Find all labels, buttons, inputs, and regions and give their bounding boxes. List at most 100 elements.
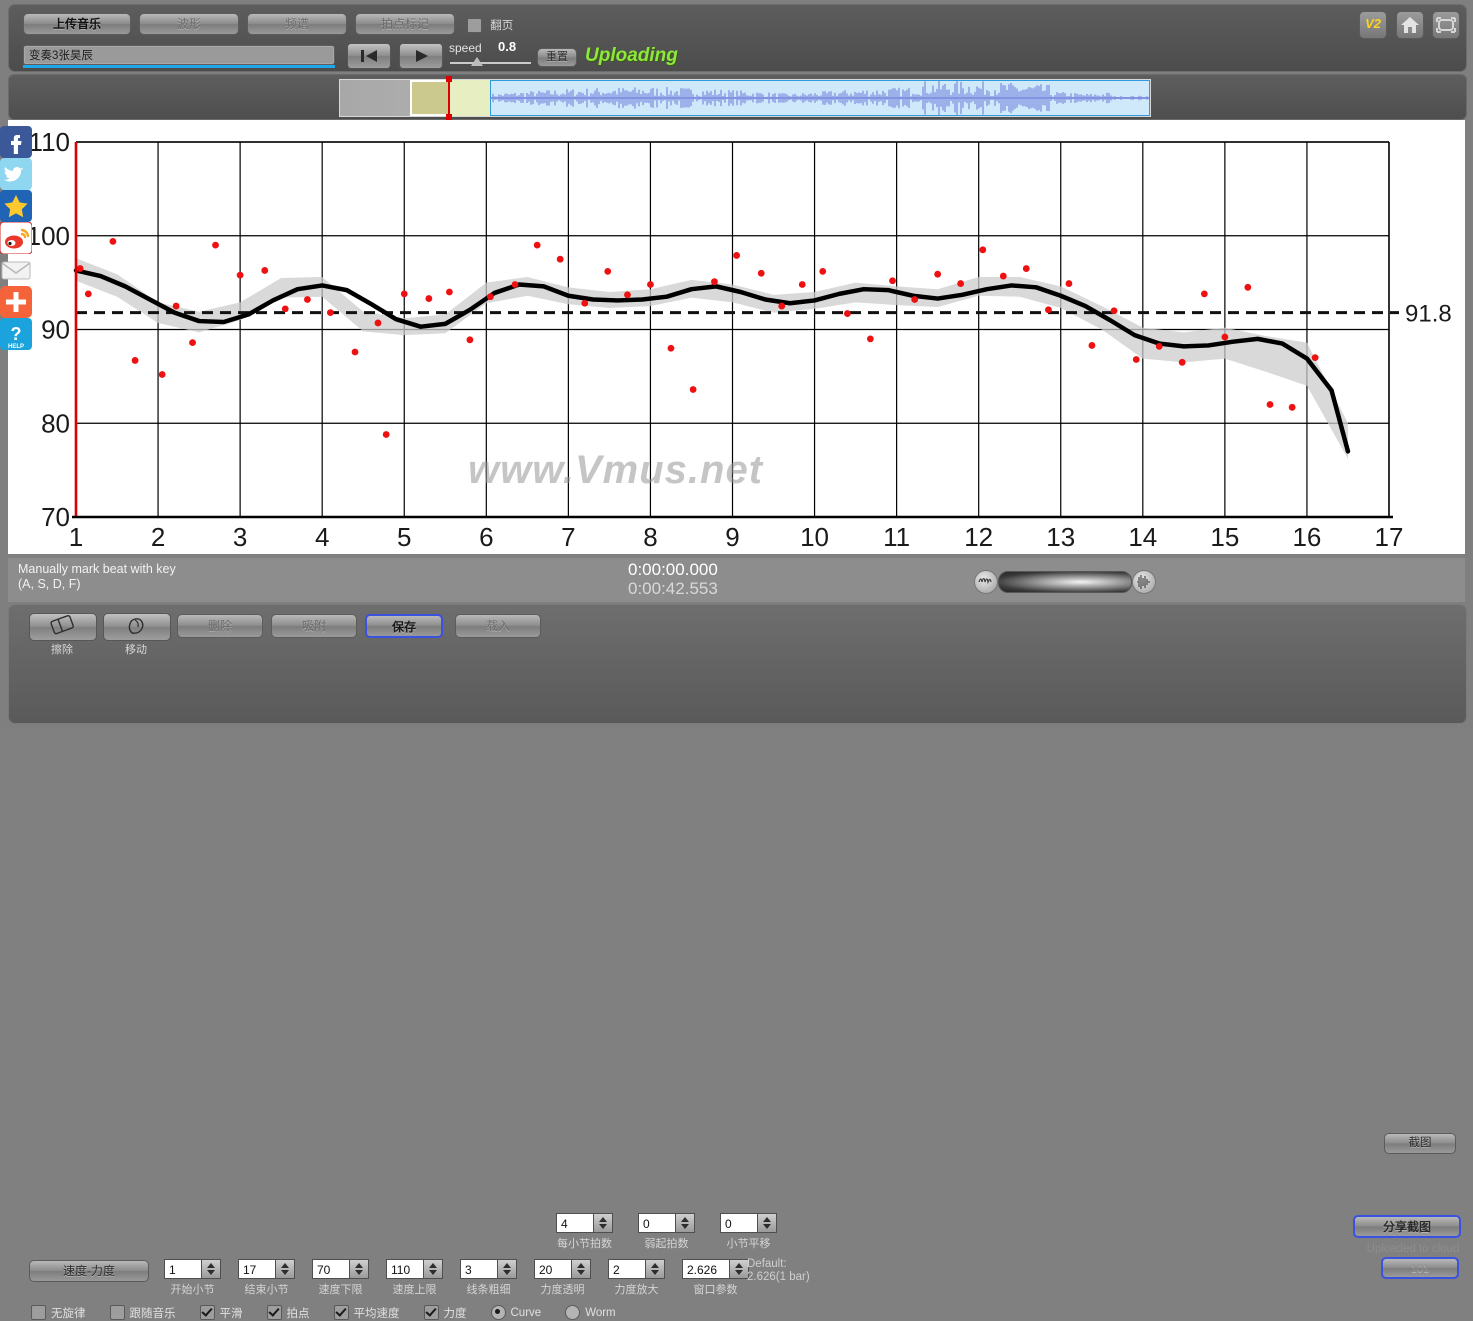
- version-badge[interactable]: V2: [1359, 11, 1388, 39]
- spinner-速度下限[interactable]: 70 速度下限: [312, 1259, 369, 1297]
- spinner-开始小节-arrows[interactable]: [202, 1259, 221, 1279]
- fullscreen-button[interactable]: [1432, 11, 1460, 39]
- spinner-小节平移-arrows[interactable]: [758, 1213, 777, 1233]
- checkbox-无旋律[interactable]: 无旋律: [31, 1305, 86, 1321]
- spinner-力度放大[interactable]: 2 力度放大: [608, 1259, 665, 1297]
- home-button[interactable]: [1395, 11, 1424, 39]
- reset-button[interactable]: 重置: [537, 48, 577, 67]
- help-label: HELP: [7, 344, 24, 350]
- spinner-窗口参数[interactable]: 2.626 窗口参数: [682, 1259, 749, 1297]
- svg-text:110: 110: [29, 127, 70, 157]
- spinner-线条粗细-value[interactable]: 3: [460, 1259, 498, 1279]
- spinner-结束小节-value[interactable]: 17: [238, 1259, 276, 1279]
- spinner-速度上限-value[interactable]: 110: [386, 1259, 424, 1279]
- volume-track[interactable]: [998, 571, 1132, 593]
- save-button[interactable]: 保存: [365, 614, 443, 638]
- spinner-力度放大-arrows[interactable]: [646, 1259, 665, 1279]
- waveform-canvas[interactable]: [339, 76, 1151, 120]
- envelope-icon: [1, 261, 31, 280]
- corner-icon-group: V2: [1355, 11, 1460, 39]
- spinner-开始小节[interactable]: 1 开始小节: [164, 1259, 221, 1297]
- spinner-每小节拍数[interactable]: 4 每小节拍数: [556, 1213, 613, 1251]
- spinner-小节平移-value[interactable]: 0: [720, 1213, 758, 1233]
- spinner-力度透明-arrows[interactable]: [572, 1259, 591, 1279]
- share-screenshot-button[interactable]: 分享截图: [1353, 1215, 1461, 1238]
- more-share-button[interactable]: [0, 286, 32, 318]
- spinner-线条粗细[interactable]: 3 线条粗细: [460, 1259, 517, 1297]
- tempo-chart-panel[interactable]: 70 80 90 100 110 1 2 3 4 5 6 7 8 9 10 11 12 13 14 15 16 17 91.…: [8, 120, 1465, 554]
- svg-text:91.8: 91.8: [1405, 301, 1452, 328]
- spectrum-button[interactable]: 频谱: [247, 13, 347, 35]
- spinner-每小节拍数-arrows[interactable]: [594, 1213, 613, 1233]
- dense-wave-icon: [1137, 575, 1150, 589]
- waveform-button[interactable]: 波形: [139, 13, 239, 35]
- spinner-开始小节-value[interactable]: 1: [164, 1259, 202, 1279]
- waveform-audio-region[interactable]: [490, 80, 1150, 116]
- svg-text:10: 10: [800, 522, 829, 552]
- option-checkbox-row: 无旋律 跟随音乐 平滑 拍点 平均速度 力度 Curve Worm: [31, 1303, 640, 1321]
- spinner-每小节拍数-value[interactable]: 4: [556, 1213, 594, 1233]
- help-button[interactable]: ? HELP: [0, 318, 32, 350]
- page-turn-checkbox[interactable]: 翻页: [467, 17, 513, 33]
- play-button[interactable]: [399, 43, 443, 69]
- spinner-速度下限-value[interactable]: 70: [312, 1259, 350, 1279]
- weibo-share-button[interactable]: [0, 221, 33, 255]
- checkbox-label: 平均速度: [353, 1307, 400, 1320]
- spinner-速度上限-arrows[interactable]: [424, 1259, 443, 1279]
- snap-button[interactable]: 吸附: [271, 614, 357, 638]
- volume-high-icon[interactable]: [1132, 570, 1156, 594]
- spinner-线条粗细-arrows[interactable]: [498, 1259, 517, 1279]
- checkbox-平滑[interactable]: 平滑: [199, 1305, 243, 1321]
- spinner-结束小节[interactable]: 17 结束小节: [238, 1259, 295, 1297]
- radio-Curve[interactable]: Curve: [490, 1305, 541, 1321]
- erase-tool-button[interactable]: [29, 613, 97, 641]
- spinner-速度上限[interactable]: 110 速度上限: [386, 1259, 443, 1297]
- svg-text:5: 5: [397, 522, 411, 552]
- spinner-窗口参数-label: 窗口参数: [693, 1284, 738, 1296]
- checkbox-拍点[interactable]: 拍点: [266, 1305, 310, 1321]
- cloud-id-button[interactable]: 101: [1381, 1257, 1459, 1279]
- speed-slider-track[interactable]: [450, 62, 531, 64]
- twitter-share-button[interactable]: [0, 158, 32, 190]
- checkbox-平均速度[interactable]: 平均速度: [333, 1305, 400, 1321]
- waveform-overview-strip[interactable]: [8, 74, 1467, 120]
- erase-tool-label: 擦除: [51, 644, 73, 656]
- screenshot-button[interactable]: 截图: [1384, 1133, 1456, 1154]
- svg-text:16: 16: [1292, 522, 1321, 552]
- delete-button[interactable]: 删除: [177, 614, 263, 638]
- file-name-input[interactable]: 变奏3张昊辰: [23, 45, 335, 65]
- checkbox-力度[interactable]: 力度: [423, 1305, 467, 1321]
- waveform-playhead[interactable]: [446, 76, 452, 120]
- facebook-share-button[interactable]: [0, 126, 32, 158]
- tempo-dynamics-button[interactable]: 速度-力度: [29, 1260, 149, 1282]
- radio-Worm[interactable]: Worm: [565, 1305, 616, 1321]
- svg-text:11: 11: [883, 522, 910, 552]
- spinner-开始小节-label: 开始小节: [170, 1284, 215, 1296]
- checkbox-跟随音乐[interactable]: 跟随音乐: [109, 1305, 176, 1321]
- volume-slider[interactable]: [974, 570, 1156, 594]
- spinner-力度透明[interactable]: 20 力度透明: [534, 1259, 591, 1297]
- qzone-share-button[interactable]: [0, 190, 32, 222]
- spinner-力度放大-value[interactable]: 2: [608, 1259, 646, 1279]
- spinner-窗口参数-value[interactable]: 2.626: [682, 1259, 730, 1279]
- spinner-弱起拍数-value[interactable]: 0: [638, 1213, 676, 1233]
- speed-slider-knob[interactable]: [471, 57, 483, 66]
- email-share-button[interactable]: [0, 254, 32, 286]
- spinner-弱起拍数[interactable]: 0 弱起拍数: [638, 1213, 695, 1251]
- spinner-弱起拍数-arrows[interactable]: [676, 1213, 695, 1233]
- spinner-力度透明-value[interactable]: 20: [534, 1259, 572, 1279]
- load-button[interactable]: 载入: [455, 614, 541, 638]
- skip-back-icon: [361, 50, 377, 62]
- speed-value: 0.8: [498, 39, 517, 54]
- volume-low-icon[interactable]: [974, 570, 998, 594]
- beat-mark-button[interactable]: 拍点标记: [355, 13, 455, 35]
- spinner-速度下限-arrows[interactable]: [350, 1259, 369, 1279]
- svg-text:9: 9: [725, 522, 739, 552]
- radio-label: Worm: [585, 1306, 616, 1319]
- spinner-结束小节-arrows[interactable]: [276, 1259, 295, 1279]
- home-icon: [1400, 17, 1419, 33]
- spinner-小节平移[interactable]: 0 小节平移: [720, 1213, 777, 1251]
- go-to-start-button[interactable]: [347, 43, 391, 69]
- move-tool-button[interactable]: [103, 613, 171, 641]
- upload-music-button[interactable]: 上传音乐: [23, 13, 131, 35]
